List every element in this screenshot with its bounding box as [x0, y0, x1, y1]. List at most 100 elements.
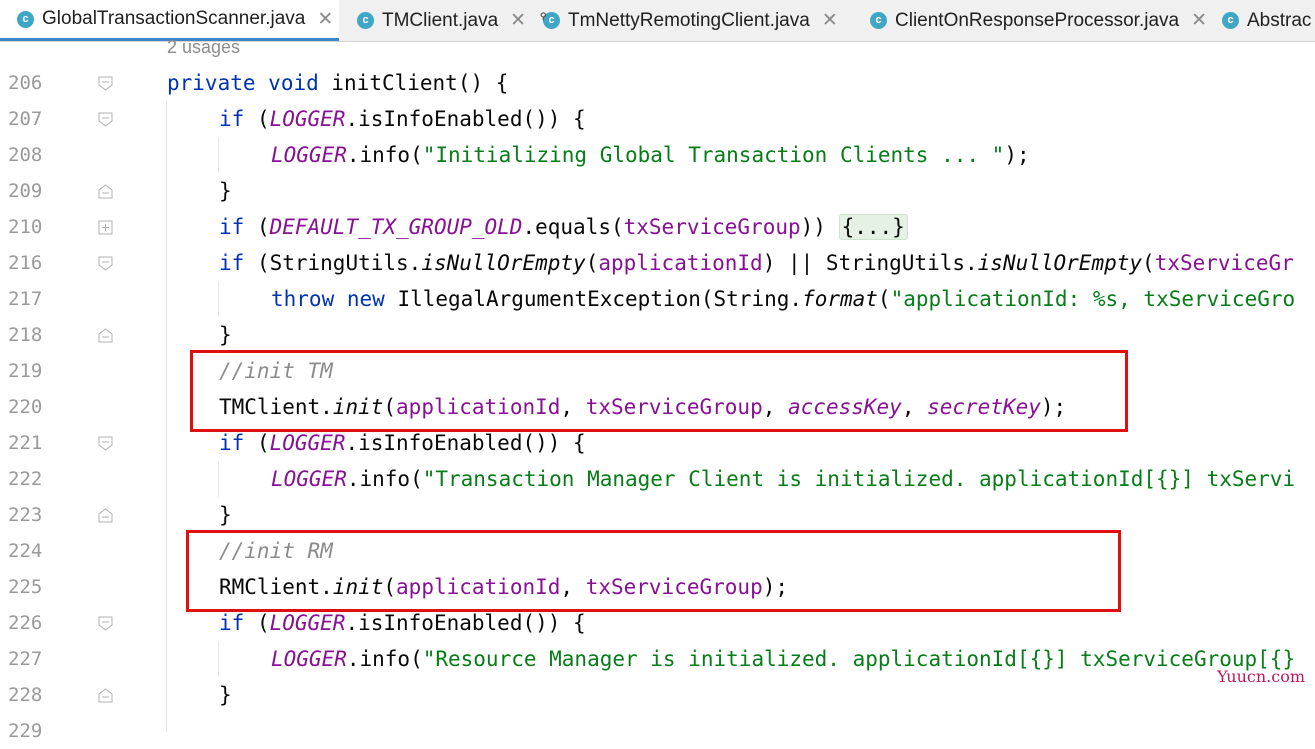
tab-label: Abstrac [1247, 9, 1312, 31]
code-line-228: } [219, 683, 232, 707]
fold-open-icon[interactable] [98, 112, 113, 127]
string-literal: "applicationId: %s, txServiceGro [890, 287, 1296, 311]
line-number: 225 [8, 576, 43, 598]
code-text: initClient() { [318, 71, 509, 95]
string-literal: "Resource Manager is initialized. applic… [422, 647, 1296, 671]
code-text: ( [244, 611, 270, 635]
java-class-icon: c [357, 12, 374, 29]
code-line-209: } [219, 179, 232, 203]
code-text: ( [877, 287, 891, 311]
static-method: isNullOrEmpty [421, 251, 586, 275]
tab-label: TmNettyRemotingClient.java [568, 9, 810, 31]
line-number: 222 [8, 468, 43, 490]
line-number: 216 [8, 252, 43, 274]
field: applicationId [598, 251, 763, 275]
code-text: .isInfoEnabled()) { [345, 107, 586, 131]
line-number: 223 [8, 504, 43, 526]
fold-end-icon[interactable] [98, 328, 113, 343]
keyword: new [346, 287, 385, 311]
line-number: 210 [8, 216, 43, 238]
fold-open-icon[interactable] [98, 256, 113, 271]
fold-end-icon[interactable] [98, 184, 113, 199]
tab-tmclient[interactable]: c TMClient.java ✕ [339, 0, 529, 41]
line-number: 209 [8, 180, 43, 202]
line-number: 218 [8, 324, 43, 346]
tab-abstract[interactable]: c Abstrac [1208, 0, 1315, 41]
tab-global-transaction-scanner[interactable]: c GlobalTransactionScanner.java ✕ [0, 0, 339, 41]
line-number: 226 [8, 612, 43, 634]
code-text: (StringUtils. [244, 251, 422, 275]
static-field: LOGGER [271, 467, 347, 491]
static-field: LOGGER [271, 143, 347, 167]
java-class-icon: c [17, 10, 34, 28]
line-number: 224 [8, 540, 43, 562]
code-text: IllegalArgumentException(String. [384, 287, 803, 311]
code-text: .info( [346, 647, 423, 671]
line-number: 221 [8, 432, 43, 454]
static-field: LOGGER [269, 107, 346, 131]
close-icon[interactable]: ✕ [317, 8, 333, 31]
keyword: void [268, 71, 319, 95]
static-method: isNullOrEmpty [977, 251, 1143, 275]
close-icon[interactable]: ✕ [822, 9, 838, 32]
fold-end-icon[interactable] [98, 688, 113, 703]
line-number: 229 [8, 720, 43, 742]
highlight-box-init-rm [186, 530, 1121, 612]
highlight-box-init-tm [190, 350, 1128, 432]
keyword: if [219, 107, 245, 131]
static-field: DEFAULT_TX_GROUP_OLD [269, 215, 523, 239]
static-field: LOGGER [269, 611, 346, 635]
static-method: format [802, 287, 878, 311]
folded-code-block[interactable]: {...} [838, 214, 908, 240]
tab-label: ClientOnResponseProcessor.java [895, 9, 1180, 31]
code-text: ( [1142, 251, 1155, 275]
fold-open-icon[interactable] [98, 616, 113, 631]
code-line-206: private void initClient() { [167, 65, 508, 101]
fold-open-icon[interactable] [98, 436, 113, 451]
code-text: ) || StringUtils. [762, 251, 978, 275]
line-number: 207 [8, 108, 43, 130]
code-text: )) [800, 215, 839, 239]
code-text: ( [244, 107, 270, 131]
tab-client-on-response-processor[interactable]: c ClientOnResponseProcessor.java ✕ [856, 0, 1208, 41]
static-field: LOGGER [269, 431, 346, 455]
editor-tab-bar: c GlobalTransactionScanner.java ✕ c TMCl… [0, 0, 1315, 42]
line-number: 219 [8, 360, 43, 382]
keyword: throw [271, 287, 335, 311]
line-number-gutter: 206 207 208 209 210 216 217 218 219 220 … [0, 42, 113, 742]
pin-icon: ⚲ [540, 11, 547, 21]
fold-open-icon[interactable] [98, 76, 113, 91]
keyword: if [219, 215, 245, 239]
code-text: .isInfoEnabled()) { [345, 431, 586, 455]
code-line-222: LOGGER.info("Transaction Manager Client … [271, 461, 1295, 497]
fold-expand-icon[interactable] [98, 220, 113, 235]
string-literal: "Transaction Manager Client is initializ… [422, 467, 1296, 491]
keyword: if [219, 611, 245, 635]
close-icon[interactable]: ✕ [1191, 9, 1207, 32]
code-text: ( [244, 215, 270, 239]
line-number: 227 [8, 648, 43, 670]
field: txServiceGr [1154, 251, 1294, 275]
code-text: .info( [346, 467, 423, 491]
code-line-223: } [219, 503, 232, 527]
java-class-icon: c ⚲ [540, 11, 560, 29]
code-text: .info( [346, 143, 423, 167]
keyword: if [219, 431, 245, 455]
line-number: 217 [8, 288, 43, 310]
code-line-218: } [219, 323, 232, 347]
line-number: 220 [8, 396, 43, 418]
fold-end-icon[interactable] [98, 508, 113, 523]
tab-tm-netty-remoting-client[interactable]: c ⚲ TmNettyRemotingClient.java ✕ [529, 0, 856, 41]
code-line-217: throw new IllegalArgumentException(Strin… [271, 281, 1295, 317]
code-line-227: LOGGER.info("Resource Manager is initial… [271, 641, 1295, 677]
code-text: .isInfoEnabled()) { [345, 611, 586, 635]
java-class-icon: c [870, 12, 887, 29]
field: txServiceGroup [623, 215, 801, 239]
java-class-icon: c [1222, 12, 1239, 29]
code-text: .equals( [522, 215, 624, 239]
code-text: ); [1004, 143, 1030, 167]
close-icon[interactable]: ✕ [510, 9, 526, 32]
code-line-210: if (DEFAULT_TX_GROUP_OLD.equals(txServic… [219, 209, 908, 245]
string-literal: "Initializing Global Transaction Clients… [422, 143, 1005, 167]
code-line-207: if (LOGGER.isInfoEnabled()) { [219, 101, 586, 137]
